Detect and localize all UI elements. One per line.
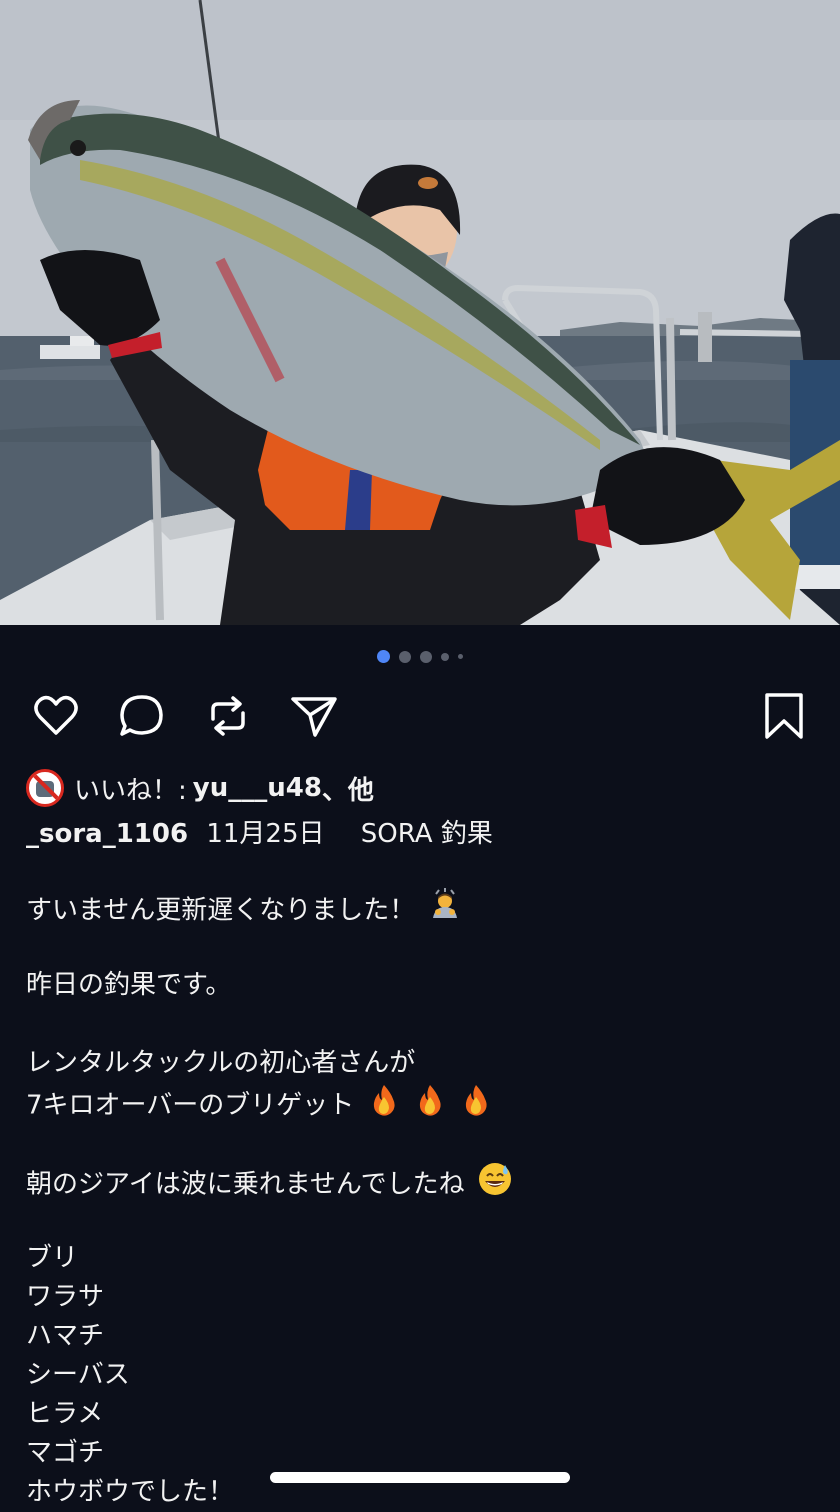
caption-line: 7キロオーバーのブリゲット <box>26 1083 816 1122</box>
caption-species-item: ワラサ <box>26 1282 105 1312</box>
liker-avatar[interactable] <box>26 769 64 807</box>
fire-emoji-icon <box>413 1083 447 1129</box>
caption-line: レンタルタックルの初心者さんが <box>26 1044 816 1083</box>
bookmark-icon <box>765 693 803 739</box>
carousel-indicator <box>0 650 840 663</box>
caption-text: 昨日の釣果です。 <box>26 970 232 1000</box>
carousel-dot <box>458 654 463 659</box>
like-button[interactable] <box>30 690 82 742</box>
caption-line: すいません更新遅くなりました！ <box>26 888 816 927</box>
post-location[interactable]: SORA 釣果 <box>361 819 493 849</box>
caption-species-item: ヒラメ <box>26 1399 104 1429</box>
repost-button[interactable] <box>202 690 254 742</box>
caption-species-item: ブリ <box>26 1243 79 1273</box>
save-button[interactable] <box>758 690 810 742</box>
caption-text: すいません更新遅くなりました！ <box>26 895 416 926</box>
liker-username[interactable]: yu___u48 <box>193 773 322 803</box>
grinning-sweat-emoji-icon <box>477 1161 513 1209</box>
likes-label: いいね！: <box>74 775 187 806</box>
caption-line: 朝のジアイは波に乗れませんでしたね <box>26 1161 816 1200</box>
carousel-dot-active <box>377 650 390 663</box>
caption-species-item: マゴチ <box>26 1438 105 1468</box>
fire-emoji-icon <box>459 1083 493 1129</box>
repost-icon <box>211 696 245 736</box>
post-action-bar <box>30 690 810 742</box>
fire-emoji-icon <box>367 1083 401 1129</box>
post-date: 11月25日 <box>206 819 325 849</box>
post-photo[interactable] <box>0 0 840 625</box>
caption-line: 昨日の釣果です。 <box>26 966 816 1005</box>
home-indicator[interactable] <box>270 1472 570 1483</box>
heart-icon <box>34 695 78 735</box>
share-button[interactable] <box>288 690 340 742</box>
bowing-person-emoji-icon <box>428 888 462 934</box>
comment-icon <box>120 695 163 736</box>
fishing-photo-illustration <box>0 0 840 625</box>
likes-others[interactable]: 、他 <box>322 770 374 807</box>
post-caption: すいません更新遅くなりました！ 昨日の釣果です。 レンタルタックルの初心者さんが… <box>26 888 816 1512</box>
carousel-dot <box>420 650 432 663</box>
caption-species-item: シーバス <box>26 1360 130 1390</box>
caption-text: 朝のジアイは波に乗れませんでしたね <box>26 1169 465 1200</box>
caption-text: 7キロオーバーのブリゲット <box>26 1090 355 1121</box>
likes-summary[interactable]: いいね！: yu___u48 、他 <box>26 768 374 808</box>
post-meta: _sora_1106 11月25日 SORA 釣果 <box>26 814 493 854</box>
caption-text: レンタルタックルの初心者さんが <box>26 1048 416 1078</box>
caption-species-item: ハマチ <box>26 1321 105 1351</box>
carousel-dot <box>399 650 411 663</box>
author-username[interactable]: _sora_1106 <box>26 819 188 849</box>
carousel-dot <box>441 652 449 661</box>
send-icon <box>291 697 337 737</box>
comment-button[interactable] <box>116 690 168 742</box>
